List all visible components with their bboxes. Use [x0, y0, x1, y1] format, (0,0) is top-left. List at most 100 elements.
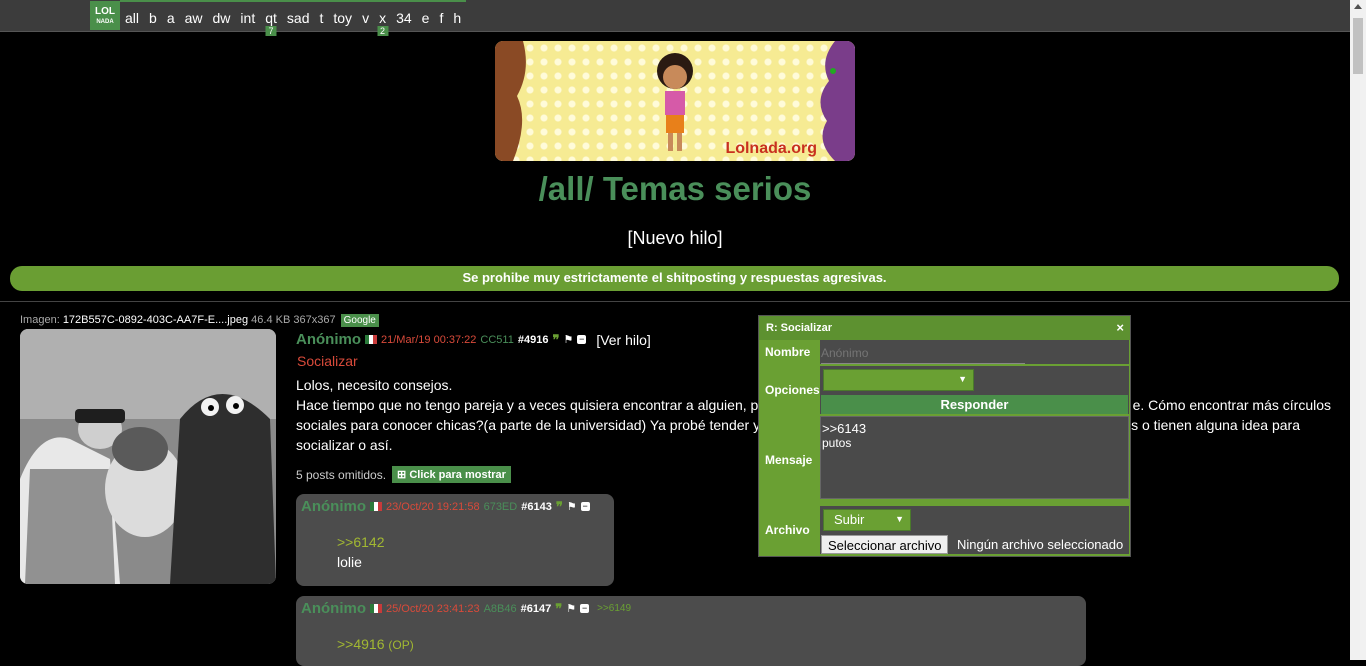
quote-link[interactable]: >>6142	[337, 534, 385, 550]
board-title: /all/ Temas serios	[538, 170, 812, 207]
scroll-up-arrow-icon[interactable]	[1354, 4, 1362, 9]
board-link-x[interactable]: x2	[374, 0, 392, 36]
board-link-dw[interactable]: dw	[207, 0, 236, 31]
board-link-f[interactable]: f	[434, 0, 449, 31]
scrollbar-thumb[interactable]	[1353, 18, 1363, 74]
board-link-a[interactable]: a	[161, 0, 180, 31]
choose-file-button[interactable]: Seleccionar archivo	[821, 535, 949, 554]
post-date: 21/Mar/19 00:37:22	[381, 333, 477, 346]
quote-link[interactable]: >>4916 (OP)	[337, 636, 414, 652]
op-image-thumbnail[interactable]	[20, 329, 276, 584]
post-number-link[interactable]: #4916	[518, 334, 549, 346]
post-number-link[interactable]: #6147	[521, 603, 552, 615]
options-label: Opciones	[761, 366, 820, 414]
quote-reply-icon[interactable]: ❞	[556, 499, 563, 515]
report-flag-icon[interactable]: ⚑	[563, 333, 573, 346]
banner-bear-left-image	[495, 41, 526, 161]
chevron-down-icon: ▼	[895, 514, 904, 524]
name-input[interactable]	[821, 343, 1025, 364]
close-icon[interactable]: ×	[1116, 316, 1124, 340]
file-name-link[interactable]: 172B557C-0892-403C-AA7F-E....jpeg	[63, 314, 248, 326]
upload-type-value: Subir	[834, 512, 865, 527]
board-link-sad[interactable]: sad	[281, 0, 315, 31]
board-link-aw[interactable]: aw	[179, 0, 208, 31]
board-link-all[interactable]: all	[120, 0, 145, 31]
post-date: 25/Oct/20 23:41:23	[386, 602, 480, 615]
message-line: >>6143	[822, 421, 867, 436]
reply-header: Anónimo 25/Oct/20 23:41:23 A8B46 #6147 ❞…	[301, 600, 631, 617]
mexico-flag-icon	[370, 502, 382, 511]
board-link-label: x	[379, 10, 387, 26]
board-link-label: b	[149, 10, 157, 26]
board-link-label: qt	[265, 10, 277, 26]
board-rules-banner: Se prohibe muy estrictamente el shitpost…	[10, 266, 1339, 291]
board-link-toy[interactable]: toy	[328, 0, 358, 31]
vertical-scrollbar[interactable]	[1350, 0, 1366, 660]
report-flag-icon[interactable]: ⚑	[567, 500, 577, 513]
google-search-button[interactable]: Google	[340, 314, 379, 327]
quick-reply-form: R: Socializar × Nombre Opciones ▼ Respon…	[758, 315, 1131, 557]
hide-post-icon[interactable]: −	[577, 335, 587, 344]
quick-reply-titlebar[interactable]: R: Socializar ×	[759, 316, 1130, 340]
logo-text-top: LOL	[95, 6, 115, 17]
show-posts-button[interactable]: ⊞ Click para mostrar	[392, 466, 511, 483]
board-link-label: a	[166, 10, 175, 26]
board-link-b[interactable]: b	[144, 0, 162, 31]
board-link-int[interactable]: int	[235, 0, 261, 31]
board-links: all b a aw dw int qt 7 sad t toy v x 2 34 e f h	[120, 0, 467, 36]
quote-reply-icon[interactable]: ❞	[555, 601, 562, 617]
post-number-link[interactable]: #6143	[521, 501, 552, 513]
submit-reply-button[interactable]: Responder	[821, 395, 1128, 414]
message-textarea[interactable]: >>6143 putos	[820, 416, 1129, 499]
backlink[interactable]: >>6149	[597, 603, 631, 614]
board-banner[interactable]: Lolnada.org	[495, 41, 855, 161]
post-subject: Socializar	[297, 353, 358, 369]
options-select[interactable]: ▼	[823, 369, 974, 391]
site-logo[interactable]: LOL NADA	[90, 1, 120, 30]
poster-id[interactable]: CC511	[480, 334, 513, 346]
board-link-qt[interactable]: qt 7	[260, 0, 282, 36]
banner-girl-image	[657, 53, 693, 151]
poster-id[interactable]: A8B46	[484, 603, 517, 615]
plus-icon: ⊞	[397, 469, 407, 481]
no-file-status: Ningún archivo seleccionado	[957, 537, 1124, 552]
board-link-e[interactable]: e	[416, 0, 435, 31]
unread-count-badge: 2	[377, 26, 389, 36]
post-date: 23/Oct/20 19:21:58	[386, 500, 480, 513]
op-file-info: Imagen: 172B557C-0892-403C-AA7F-E....jpe…	[20, 314, 379, 327]
message-line: putos	[822, 436, 852, 450]
board-link-label: sad	[286, 10, 310, 26]
omitted-count: 5 posts omitidos.	[296, 467, 387, 482]
view-thread-link[interactable]: [Ver hilo]	[596, 332, 650, 348]
board-link-label: toy	[333, 10, 353, 26]
board-link-label: dw	[212, 10, 231, 26]
hide-post-icon[interactable]: −	[580, 604, 590, 613]
quote-reply-icon[interactable]: ❞	[552, 332, 559, 348]
new-thread-link[interactable]: [Nuevo hilo]	[0, 228, 1350, 249]
op-marker: (OP)	[388, 638, 414, 652]
poster-id[interactable]: 673ED	[484, 501, 518, 513]
op-image	[20, 329, 276, 584]
report-flag-icon[interactable]: ⚑	[566, 602, 576, 615]
upload-type-select[interactable]: Subir ▼	[823, 509, 911, 531]
reply-post: Anónimo 23/Oct/20 19:21:58 673ED #6143 ❞…	[296, 494, 614, 586]
board-link-v[interactable]: v	[357, 0, 375, 31]
logo-text-bottom: NADA	[96, 19, 114, 25]
board-link-h[interactable]: h	[448, 0, 467, 31]
mexico-flag-icon	[365, 335, 377, 344]
op-post-header: Anónimo 21/Mar/19 00:37:22 CC511 #4916 ❞…	[296, 331, 651, 348]
divider	[0, 301, 1350, 302]
board-link-label: e	[421, 10, 430, 26]
board-link-label: aw	[184, 10, 203, 26]
poster-name: Anónimo	[301, 600, 366, 617]
hide-post-icon[interactable]: −	[580, 502, 590, 511]
reply-post: Anónimo 25/Oct/20 23:41:23 A8B46 #6147 ❞…	[296, 596, 1086, 666]
board-link-34[interactable]: 34	[391, 0, 417, 31]
file-label: Imagen:	[20, 314, 60, 326]
board-link-label: v	[362, 10, 370, 26]
file-label: Archivo	[761, 506, 818, 554]
show-posts-label: Click para mostrar	[409, 469, 506, 481]
unread-count-badge: 7	[265, 26, 277, 36]
board-link-label: all	[125, 10, 140, 26]
board-link-t[interactable]: t	[314, 0, 329, 31]
